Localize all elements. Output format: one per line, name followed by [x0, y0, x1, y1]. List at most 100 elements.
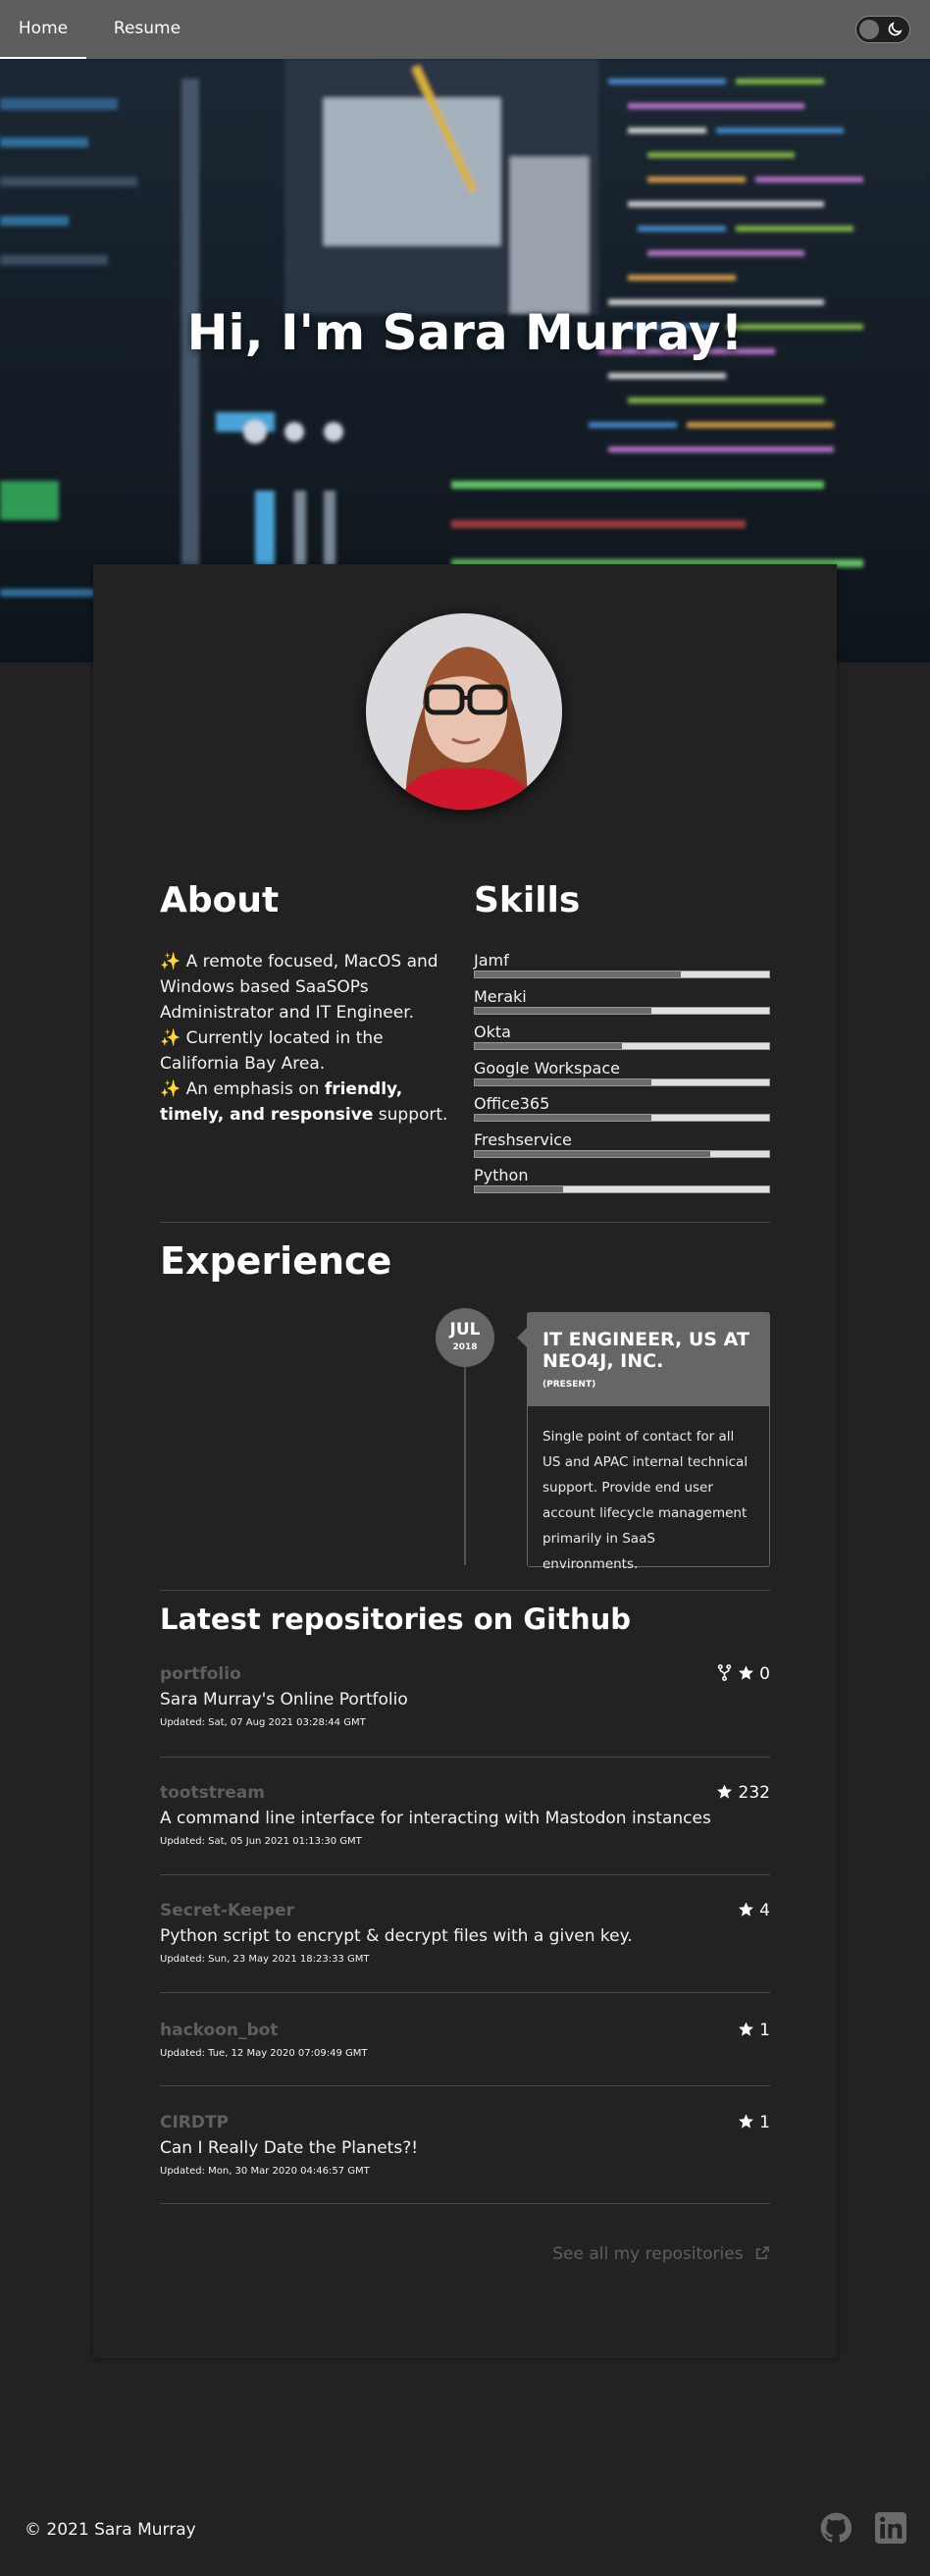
navbar: Home Resume — [0, 0, 930, 59]
skill-name: Jamf — [474, 951, 509, 970]
github-icon[interactable] — [820, 2512, 852, 2544]
fork-icon — [717, 1664, 731, 1681]
footer-copyright: © 2021 Sara Murray — [25, 2520, 196, 2540]
main-card: About ✨ A remote focused, MacOS and Wind… — [93, 564, 837, 2358]
skill-name: Google Workspace — [474, 1058, 620, 1078]
repo-item: tootstream A command line interface for i… — [160, 1783, 770, 1847]
skill-name: Python — [474, 1166, 529, 1184]
star-icon — [738, 2022, 753, 2036]
repo-name-link[interactable]: portfolio — [160, 1664, 770, 1684]
skill-bar — [474, 1185, 770, 1193]
linkedin-icon[interactable] — [875, 2512, 906, 2544]
divider — [160, 2203, 770, 2204]
experience-title: Experience — [160, 1239, 392, 1283]
skill-bar — [474, 1042, 770, 1050]
skill-name: Freshservice — [474, 1130, 572, 1149]
experience-card-header: IT ENGINEER, US AT NEO4J, INC. (PRESENT) — [528, 1313, 769, 1406]
divider — [160, 1874, 770, 1875]
skill-name: Office365 — [474, 1094, 550, 1113]
date-badge: JUL 2018 — [436, 1308, 494, 1367]
repo-stats: 1 — [738, 2113, 770, 2132]
date-month: JUL — [449, 1320, 481, 1340]
skill-item: Freshservice — [474, 1130, 770, 1158]
repo-description: A command line interface for interacting… — [160, 1809, 711, 1828]
repo-stats: 232 — [716, 1783, 770, 1803]
repo-name-link[interactable]: hackoon_bot — [160, 2021, 770, 2040]
repo-stars: 1 — [759, 2113, 770, 2132]
star-icon — [717, 1784, 733, 1799]
repo-description: Python script to encrypt & decrypt files… — [160, 1926, 633, 1946]
repo-stats: 1 — [738, 2021, 770, 2040]
timeline-line — [464, 1359, 466, 1565]
skill-bar-fill — [475, 1115, 651, 1121]
skill-bar — [474, 971, 770, 978]
repo-updated: Updated: Sat, 05 Jun 2021 01:13:30 GMT — [160, 1836, 362, 1847]
divider — [160, 1992, 770, 1993]
divider — [160, 1757, 770, 1758]
see-all-repos-link[interactable]: See all my repositories — [552, 2244, 770, 2264]
repo-name-link[interactable]: CIRDTP — [160, 2113, 770, 2132]
repo-item: CIRDTP Can I Really Date the Planets?! Upd… — [160, 2113, 770, 2177]
about-text: ✨ A remote focused, MacOS and Windows ba… — [160, 949, 454, 1128]
skill-name: Meraki — [474, 986, 527, 1006]
repo-updated: Updated: Tue, 12 May 2020 07:09:49 GMT — [160, 2048, 368, 2059]
nav-resume-link[interactable]: Resume — [98, 0, 196, 57]
theme-toggle[interactable] — [855, 16, 910, 43]
repos-title: Latest repositories on Github — [160, 1603, 632, 1636]
repo-updated: Updated: Sun, 23 May 2021 18:23:33 GMT — [160, 1954, 370, 1965]
divider — [160, 1590, 770, 1591]
avatar — [366, 613, 562, 810]
profile-photo — [366, 613, 562, 810]
hero-title: Hi, I'm Sara Murray! — [186, 304, 744, 361]
skill-name: Okta — [474, 1023, 511, 1041]
repo-item: hackoon_bot Updated: Tue, 12 May 2020 07:… — [160, 2021, 770, 2059]
star-icon — [738, 1902, 753, 1917]
skill-bar-fill — [475, 972, 681, 977]
about-line-3-post: support. — [373, 1105, 448, 1125]
repo-stars: 4 — [759, 1901, 770, 1920]
skill-bar-fill — [475, 1043, 622, 1049]
skill-bar-fill — [475, 1186, 563, 1192]
repo-stars: 1 — [759, 2021, 770, 2040]
about-line-1: A remote focused, MacOS and Windows base… — [160, 952, 439, 1023]
about-line-2: Currently located in the California Bay … — [160, 1028, 384, 1074]
external-link-icon — [755, 2246, 769, 2260]
skill-item: Okta — [474, 1023, 770, 1050]
skill-bar — [474, 1006, 770, 1015]
skill-item: Python — [474, 1166, 770, 1193]
skill-bar — [474, 1114, 770, 1122]
date-year: 2018 — [452, 1342, 478, 1352]
repo-name-link[interactable]: tootstream — [160, 1783, 770, 1803]
repo-description: Can I Really Date the Planets?! — [160, 2138, 419, 2158]
timeline-arrow — [517, 1328, 527, 1347]
repo-stats: 4 — [738, 1901, 770, 1920]
skill-item: Meraki — [474, 987, 770, 1015]
skill-item: Google Workspace — [474, 1059, 770, 1086]
skill-item: Jamf — [474, 951, 770, 978]
repo-updated: Updated: Mon, 30 Mar 2020 04:46:57 GMT — [160, 2166, 370, 2177]
repo-name-link[interactable]: Secret-Keeper — [160, 1901, 770, 1920]
skill-bar-fill — [475, 1007, 651, 1014]
sparkles-icon: ✨ — [160, 1079, 181, 1099]
toggle-knob — [859, 20, 879, 39]
experience-role: IT ENGINEER, US AT NEO4J, INC. — [542, 1329, 749, 1372]
sparkles-icon: ✨ — [160, 952, 181, 972]
nav-home-link[interactable]: Home — [0, 0, 86, 59]
skill-bar — [474, 1149, 770, 1158]
repo-description: Sara Murray's Online Portfolio — [160, 1690, 408, 1709]
skills-title: Skills — [474, 880, 581, 920]
star-icon — [738, 1665, 753, 1680]
divider — [160, 1222, 770, 1223]
experience-card: IT ENGINEER, US AT NEO4J, INC. (PRESENT)… — [527, 1312, 770, 1572]
repo-item: Secret-Keeper Python script to encrypt & … — [160, 1901, 770, 1965]
see-all-label: See all my repositories — [552, 2244, 744, 2264]
skill-bar-fill — [475, 1078, 651, 1085]
experience-status: (PRESENT) — [542, 1380, 596, 1390]
experience-description: Single point of contact for all US and A… — [542, 1429, 749, 1572]
about-title: About — [160, 880, 280, 920]
repo-stars: 232 — [738, 1783, 770, 1803]
repo-item: portfolio Sara Murray's Online Portfolio U… — [160, 1664, 770, 1728]
skill-bar-fill — [475, 1150, 710, 1157]
sparkles-icon: ✨ — [160, 1028, 181, 1048]
star-icon — [738, 2114, 753, 2129]
